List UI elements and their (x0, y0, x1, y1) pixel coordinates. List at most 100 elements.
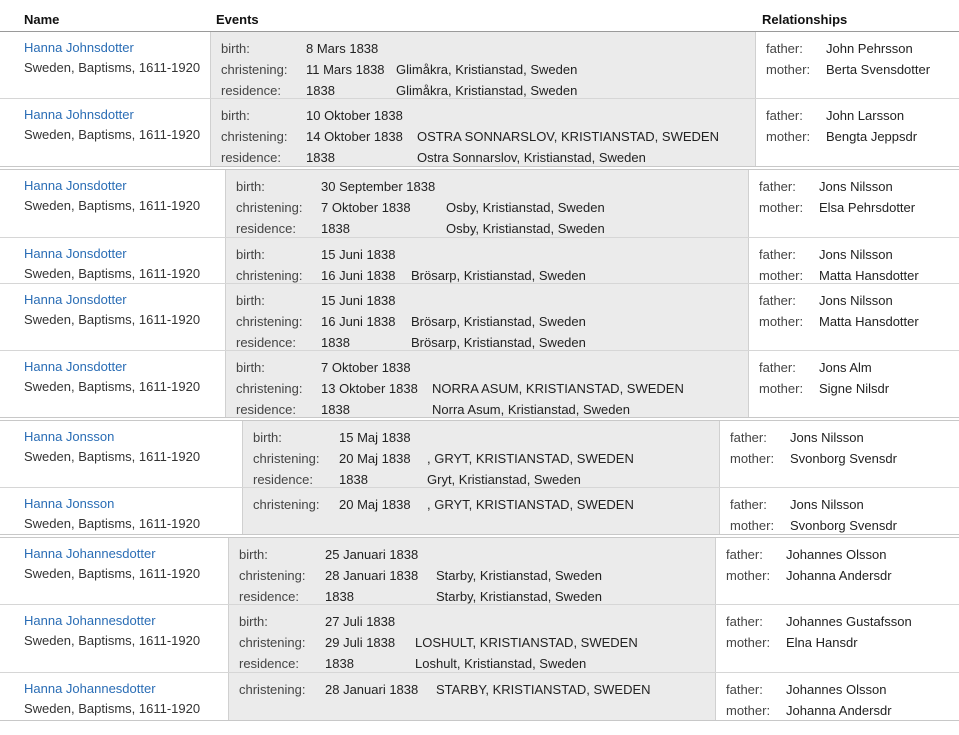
events-cell: birth: 15 Juni 1838 christening: 16 Juni… (225, 238, 748, 283)
event-type-label: residence: (239, 589, 299, 604)
event-date: 8 Mars 1838 (306, 41, 379, 56)
event-place: Ostra Sonnarslov, Kristianstad, Sweden (417, 150, 646, 165)
event-date: 1838 (321, 402, 350, 417)
collection-label: Sweden, Baptisms, 1611-1920 (24, 198, 201, 213)
event-line: christening: 11 Mars 1838 Glimåkra, Kris… (221, 59, 755, 80)
event-place: Brösarp, Kristianstad, Sweden (411, 268, 586, 283)
relationships-cell: father: John Larsson mother: Bengta Jeppsd… (755, 99, 959, 166)
event-date: 11 Mars 1838 (306, 62, 385, 77)
name-cell: Hanna Johannesdotter Sweden, Baptisms, 1… (0, 538, 228, 604)
event-line: christening: 16 Juni 1838 Brösarp, Krist… (236, 311, 748, 332)
table-header: Name Events Relationships (0, 0, 959, 32)
event-line: christening: 16 Juni 1838 Brösarp, Krist… (236, 265, 748, 286)
name-column-header: Name (24, 12, 60, 27)
name-cell: Hanna Jonsdotter Sweden, Baptisms, 1611-… (0, 351, 225, 417)
event-line: birth: 15 Juni 1838 (236, 244, 748, 265)
mother-label: mother: (726, 568, 771, 583)
collection-label: Sweden, Baptisms, 1611-1920 (24, 266, 201, 281)
person-name-link[interactable]: Hanna Jonsson (24, 427, 242, 447)
relationships-cell: father: Jons Nilsson mother: Svonborg Sven… (719, 488, 959, 534)
mother-line: mother: Elsa Pehrsdotter (759, 197, 959, 218)
event-line: residence: 1838 Gryt, Kristianstad, Swed… (253, 469, 719, 490)
mother-label: mother: (759, 314, 804, 329)
mother-name: Svonborg Svensdr (790, 518, 897, 533)
father-line: father: John Pehrsson (766, 38, 959, 59)
person-name-link[interactable]: Hanna Johannesdotter (24, 544, 228, 564)
name-cell: Hanna Jonsdotter Sweden, Baptisms, 1611-… (0, 284, 225, 350)
event-line: residence: 1838 Starby, Kristianstad, Sw… (239, 586, 715, 607)
father-line: father: John Larsson (766, 105, 959, 126)
person-name-link[interactable]: Hanna Jonsdotter (24, 290, 225, 310)
relationships-column-header: Relationships (762, 12, 848, 27)
event-line: birth: 7 Oktober 1838 (236, 357, 748, 378)
mother-name: Elsa Pehrsdotter (819, 200, 916, 215)
events-cell: birth: 30 September 1838 christening: 7 … (225, 170, 748, 237)
mother-label: mother: (759, 381, 804, 396)
collection-label: Sweden, Baptisms, 1611-1920 (24, 379, 201, 394)
person-name-link[interactable]: Hanna Johnsdotter (24, 105, 210, 125)
table-row: Hanna Jonsdotter Sweden, Baptisms, 1611-… (0, 170, 959, 238)
mother-name: Matta Hansdotter (819, 314, 919, 329)
table-row: Hanna Jonsdotter Sweden, Baptisms, 1611-… (0, 238, 959, 284)
event-line: residence: 1838 Ostra Sonnarslov, Kristi… (221, 147, 755, 168)
event-place: OSTRA SONNARSLOV, KRISTIANSTAD, SWEDEN (417, 129, 719, 144)
events-cell: birth: 8 Mars 1838 christening: 11 Mars … (210, 32, 755, 98)
father-name: Jons Nilsson (819, 179, 893, 194)
event-line: residence: 1838 Osby, Kristianstad, Swed… (236, 218, 748, 239)
event-line: birth: 15 Juni 1838 (236, 290, 748, 311)
event-date: 10 Oktober 1838 (306, 108, 403, 123)
event-type-label: christening: (236, 314, 303, 329)
event-line: birth: 27 Juli 1838 (239, 611, 715, 632)
event-place: Glimåkra, Kristianstad, Sweden (396, 83, 578, 98)
event-type-label: residence: (239, 656, 299, 671)
name-cell: Hanna Johnsdotter Sweden, Baptisms, 1611… (0, 32, 210, 98)
father-line: father: Jons Nilsson (759, 244, 959, 265)
mother-name: Svonborg Svensdr (790, 451, 897, 466)
name-cell: Hanna Johnsdotter Sweden, Baptisms, 1611… (0, 99, 210, 166)
father-line: father: Jons Nilsson (759, 290, 959, 311)
person-name-link[interactable]: Hanna Jonsdotter (24, 244, 225, 264)
person-name-link[interactable]: Hanna Johnsdotter (24, 38, 210, 58)
table-row: Hanna Jonsson Sweden, Baptisms, 1611-192… (0, 488, 959, 534)
table-row: Hanna Jonsson Sweden, Baptisms, 1611-192… (0, 421, 959, 488)
person-name-link[interactable]: Hanna Jonsdotter (24, 357, 225, 377)
person-name-link[interactable]: Hanna Johannesdotter (24, 611, 228, 631)
mother-name: Bengta Jeppsdr (826, 129, 918, 144)
collection-label: Sweden, Baptisms, 1611-1920 (24, 516, 201, 531)
father-label: father: (759, 179, 796, 194)
event-date: 29 Juli 1838 (325, 635, 396, 650)
mother-name: Matta Hansdotter (819, 268, 919, 283)
event-date: 1838 (325, 656, 354, 671)
father-label: father: (726, 614, 763, 629)
name-cell: Hanna Jonsdotter Sweden, Baptisms, 1611-… (0, 170, 225, 237)
event-line: birth: 15 Maj 1838 (253, 427, 719, 448)
result-group: Hanna Jonsdotter Sweden, Baptisms, 1611-… (0, 169, 959, 418)
father-label: father: (766, 108, 803, 123)
event-date: 1838 (321, 335, 350, 350)
events-column-header: Events (216, 12, 259, 27)
event-type-label: birth: (239, 547, 268, 562)
mother-line: mother: Elna Hansdr (726, 632, 959, 653)
event-type-label: christening: (221, 62, 288, 77)
mother-label: mother: (730, 518, 775, 533)
events-cell: birth: 15 Maj 1838 christening: 20 Maj 1… (242, 421, 719, 487)
relationships-cell: father: Johannes Olsson mother: Johanna An… (715, 538, 959, 604)
event-date: 15 Juni 1838 (321, 293, 396, 308)
event-type-label: christening: (239, 568, 306, 583)
result-group: Hanna Johnsdotter Sweden, Baptisms, 1611… (0, 32, 959, 167)
father-label: father: (759, 360, 796, 375)
table-row: Hanna Johannesdotter Sweden, Baptisms, 1… (0, 673, 959, 720)
person-name-link[interactable]: Hanna Johannesdotter (24, 679, 228, 699)
event-place: LOSHULT, KRISTIANSTAD, SWEDEN (415, 635, 638, 650)
event-type-label: christening: (221, 129, 288, 144)
father-name: Johannes Olsson (786, 547, 887, 562)
relationships-cell: father: Jons Nilsson mother: Elsa Pehrsdot… (748, 170, 959, 237)
relationships-cell: father: Johannes Olsson mother: Johanna An… (715, 673, 959, 720)
person-name-link[interactable]: Hanna Jonsson (24, 494, 242, 514)
event-place: Loshult, Kristianstad, Sweden (415, 656, 587, 671)
person-name-link[interactable]: Hanna Jonsdotter (24, 176, 225, 196)
event-type-label: christening: (253, 451, 320, 466)
event-date: 16 Juni 1838 (321, 314, 396, 329)
event-line: christening: 29 Juli 1838 LOSHULT, KRIST… (239, 632, 715, 653)
event-type-label: birth: (221, 108, 250, 123)
